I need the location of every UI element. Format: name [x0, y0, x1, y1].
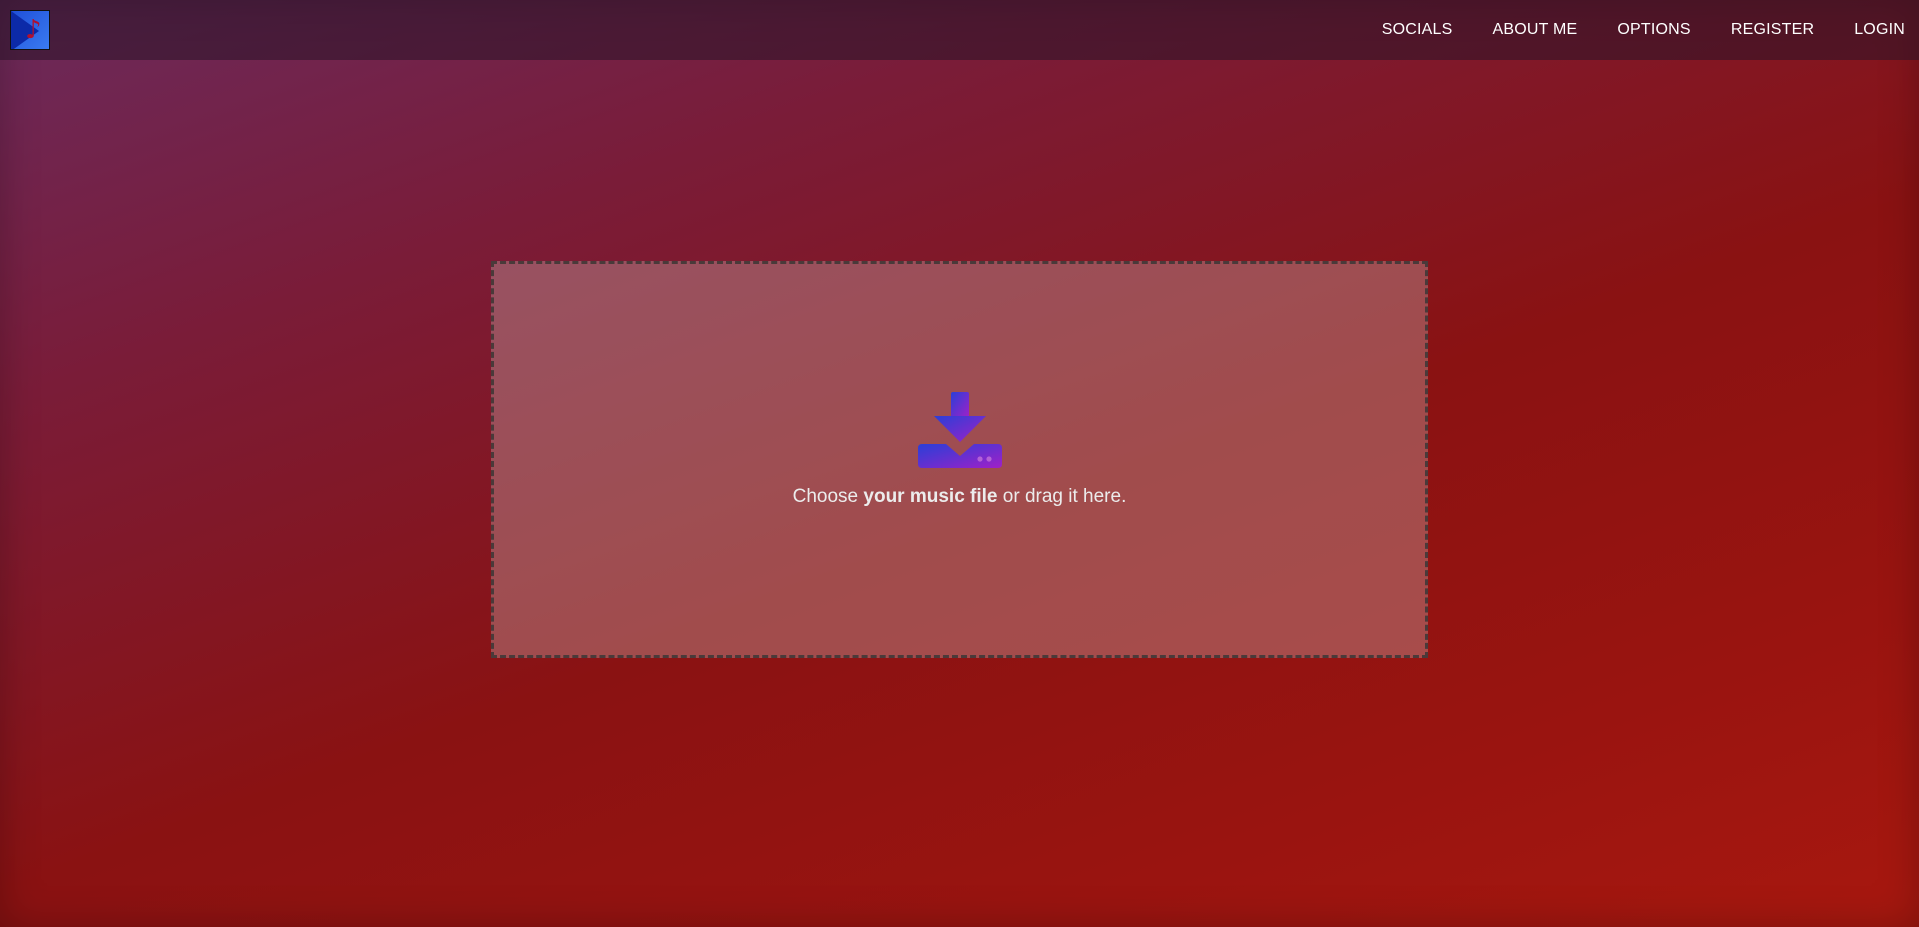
nav-links: SOCIALS ABOUT ME OPTIONS REGISTER LOGIN [1342, 0, 1905, 60]
top-navbar: ♪ SOCIALS ABOUT ME OPTIONS REGISTER LOGI… [0, 0, 1919, 60]
file-dropzone[interactable]: Choose your music file or drag it here. [491, 261, 1428, 658]
music-note-icon: ♪ [25, 15, 42, 45]
music-logo-icon[interactable]: ♪ [10, 10, 50, 50]
prompt-suffix: or drag it here. [997, 485, 1127, 507]
download-tray-icon [917, 391, 1002, 468]
nav-link-socials[interactable]: SOCIALS [1382, 21, 1453, 39]
nav-link-options[interactable]: OPTIONS [1617, 21, 1690, 39]
nav-link-about-me[interactable]: ABOUT ME [1493, 21, 1578, 39]
nav-link-register[interactable]: REGISTER [1731, 21, 1814, 39]
dropzone-prompt: Choose your music file or drag it here. [793, 486, 1127, 508]
prompt-emphasis[interactable]: your music file [863, 486, 997, 507]
nav-link-login[interactable]: LOGIN [1854, 21, 1905, 39]
prompt-prefix: Choose [792, 485, 864, 507]
